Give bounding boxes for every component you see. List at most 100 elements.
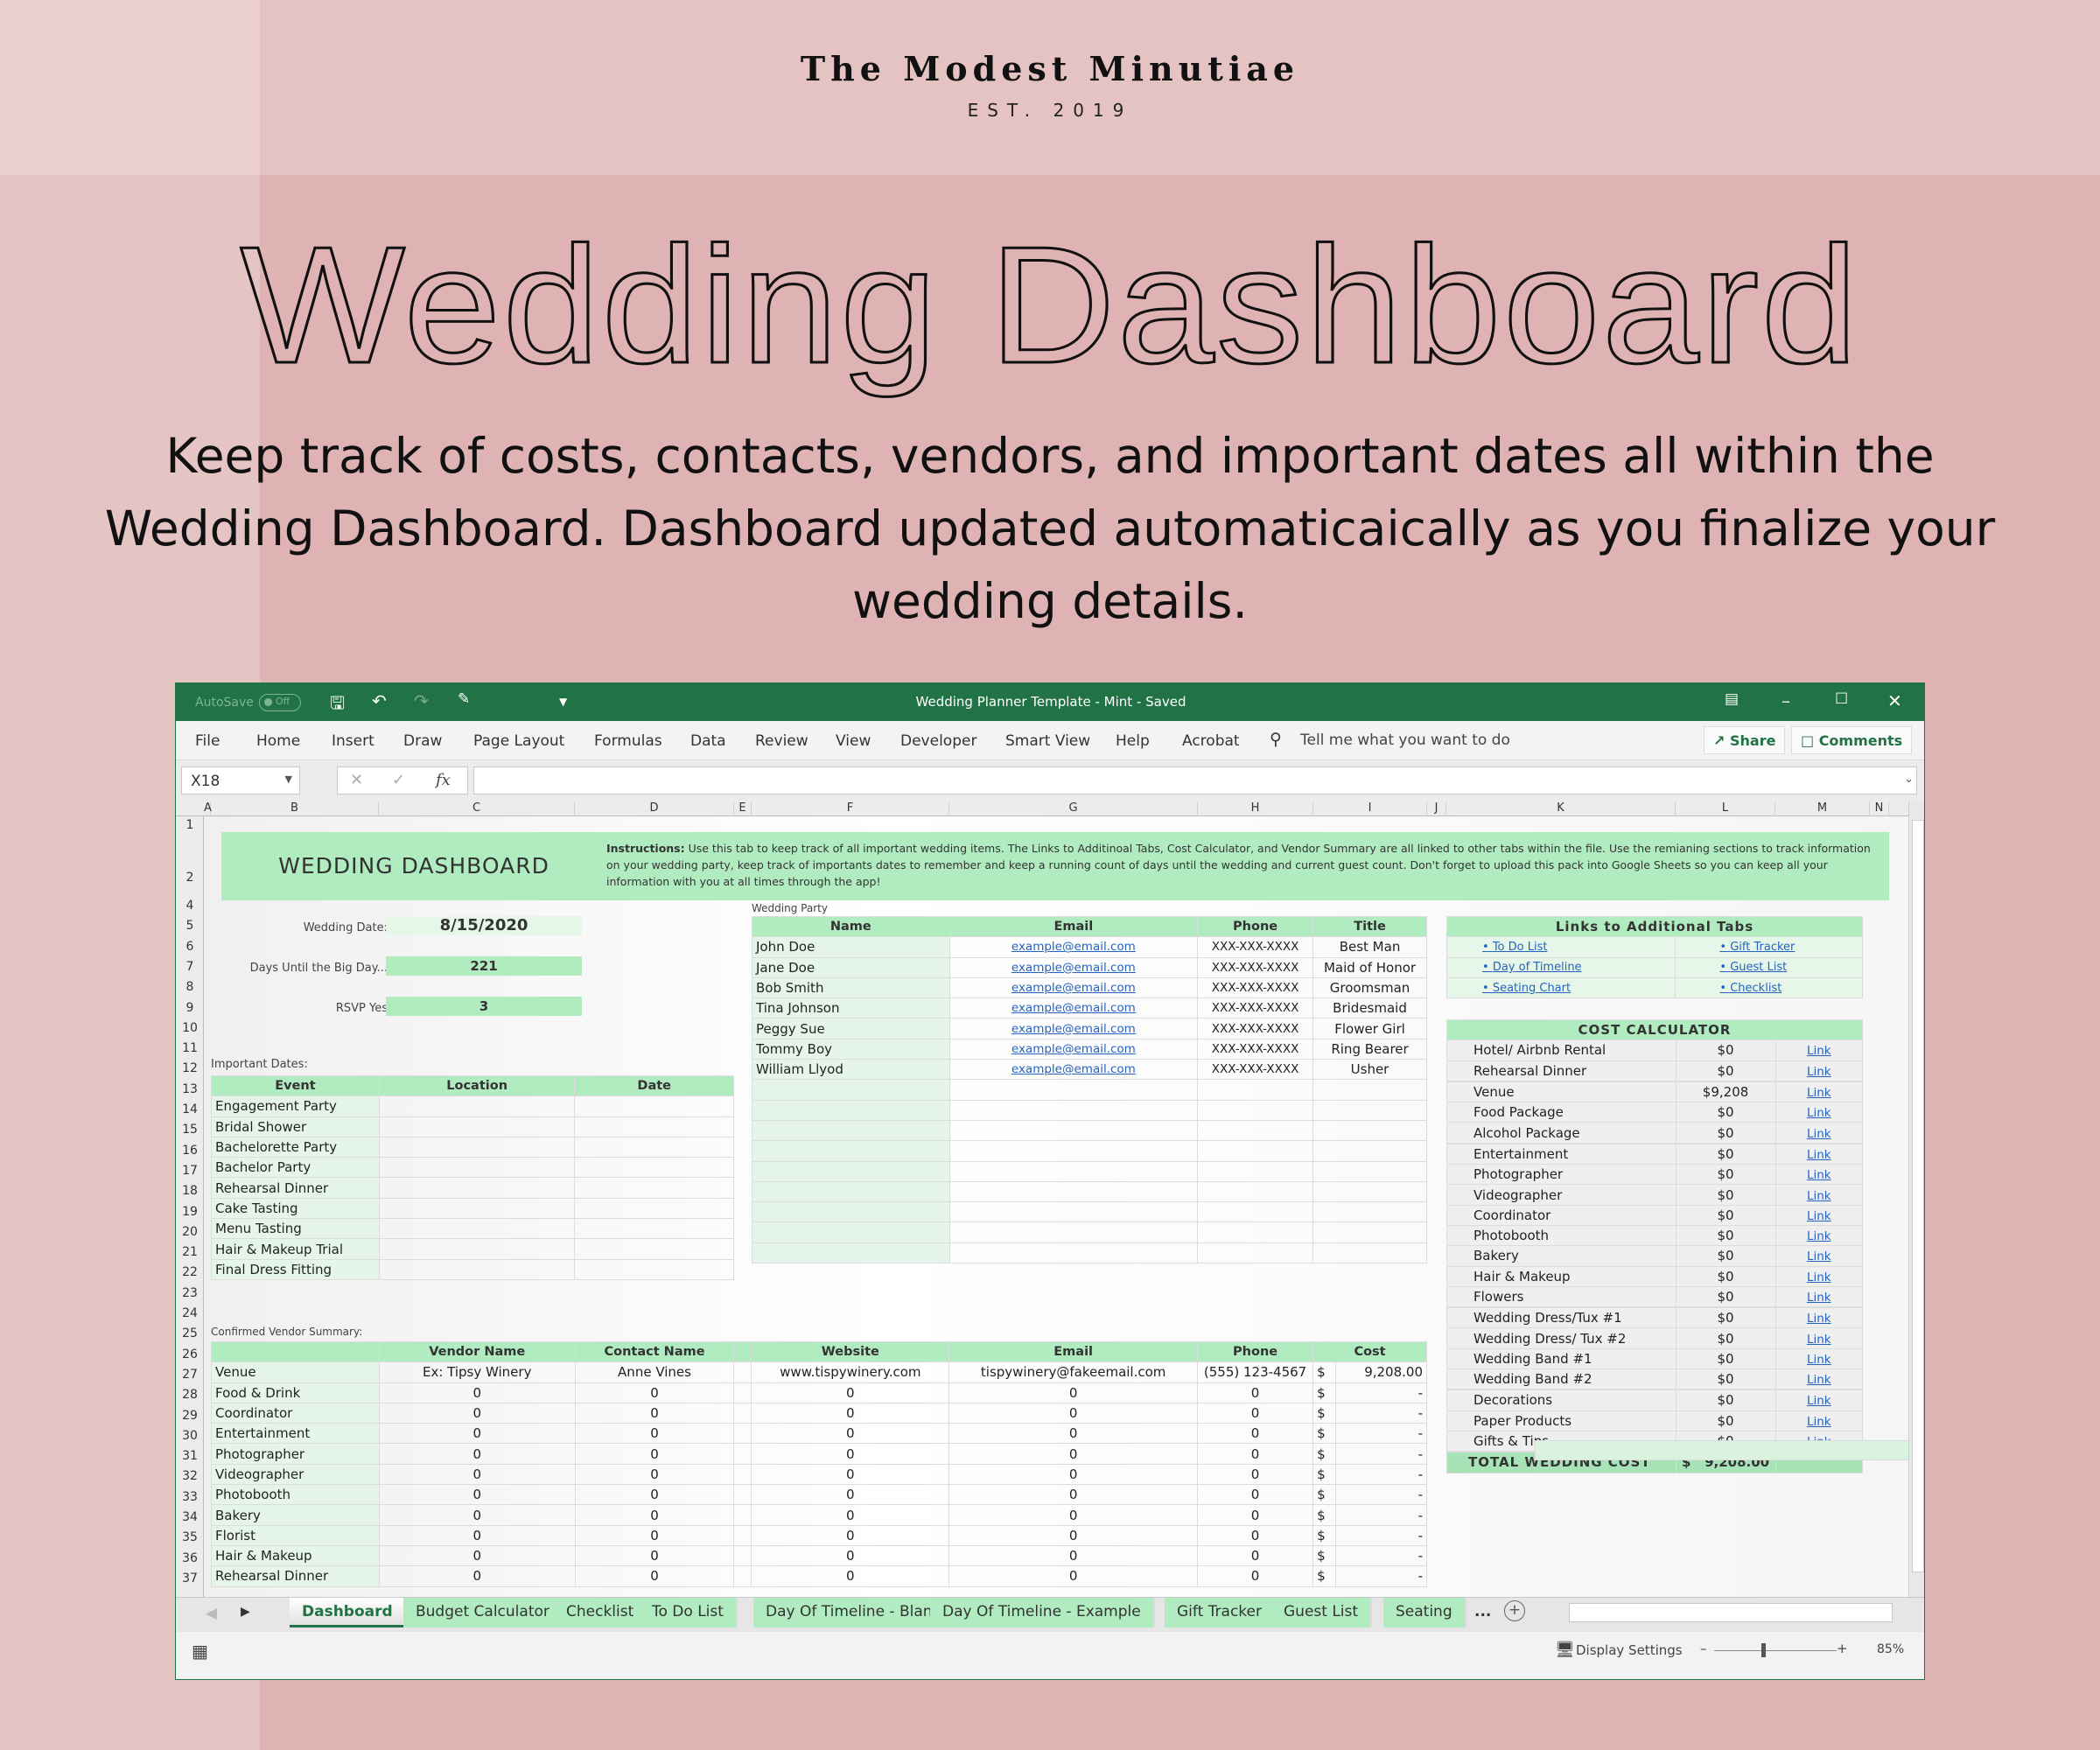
- empty-cell[interactable]: [1197, 1119, 1314, 1142]
- cost-value[interactable]: $0: [1675, 1410, 1776, 1432]
- cost-value[interactable]: $0: [1675, 1164, 1776, 1186]
- contact-name-cell[interactable]: 0: [574, 1565, 735, 1587]
- cost-link[interactable]: Link: [1807, 1333, 1831, 1347]
- vendor-name-cell[interactable]: 0: [378, 1544, 576, 1567]
- title-cell[interactable]: Ring Bearer: [1312, 1038, 1427, 1060]
- name-cell[interactable]: [752, 1201, 950, 1223]
- cost-value[interactable]: $0: [1675, 1224, 1776, 1247]
- cost-link[interactable]: Link: [1807, 1229, 1831, 1243]
- column-header[interactable]: F: [752, 802, 949, 817]
- empty-cell[interactable]: [1197, 1140, 1314, 1162]
- phone-cell[interactable]: 0: [1197, 1402, 1314, 1424]
- date-cell[interactable]: [574, 1157, 734, 1179]
- cancel-icon[interactable]: ✕: [350, 771, 363, 789]
- row-header[interactable]: 16: [176, 1144, 204, 1158]
- date-cell[interactable]: [574, 1197, 734, 1220]
- empty-cell[interactable]: [948, 1160, 1199, 1182]
- website-cell[interactable]: 0: [751, 1402, 950, 1424]
- cost-value[interactable]: $0: [1675, 1368, 1776, 1390]
- ribbon-tab-developer[interactable]: Developer: [900, 732, 976, 750]
- vendor-category-cell[interactable]: Photobooth: [211, 1484, 380, 1506]
- row-header[interactable]: 12: [176, 1061, 204, 1075]
- empty-cell[interactable]: [1312, 1140, 1427, 1162]
- cost-value[interactable]: $0: [1675, 1348, 1776, 1370]
- cost-cell[interactable]: -: [1335, 1402, 1427, 1424]
- row-header[interactable]: 20: [176, 1225, 204, 1239]
- enter-icon[interactable]: ✓: [392, 771, 405, 789]
- email-cell[interactable]: 0: [948, 1504, 1199, 1526]
- column-header[interactable]: J: [1427, 802, 1446, 817]
- contact-name-cell[interactable]: 0: [574, 1402, 735, 1424]
- empty-cell[interactable]: [948, 1099, 1199, 1121]
- phone-cell[interactable]: XXX-XXX-XXXX: [1197, 1018, 1314, 1040]
- phone-cell[interactable]: 0: [1197, 1565, 1314, 1587]
- cost-value[interactable]: $0: [1675, 1122, 1776, 1144]
- date-cell[interactable]: [574, 1258, 734, 1280]
- empty-cell[interactable]: [1312, 1119, 1427, 1142]
- share-button[interactable]: ↗ Share: [1704, 726, 1786, 754]
- vendor-name-cell[interactable]: 0: [378, 1423, 576, 1445]
- tab-scroll-left-icon[interactable]: ◀: [206, 1605, 217, 1622]
- vendor-category-cell[interactable]: Florist: [211, 1524, 380, 1546]
- empty-cell[interactable]: [1312, 1201, 1427, 1223]
- vendor-category-cell[interactable]: Photographer: [211, 1443, 380, 1465]
- sheet-tab[interactable]: Budget Calculator: [403, 1598, 564, 1628]
- row-header[interactable]: 10: [176, 1021, 204, 1035]
- title-cell[interactable]: Best Man: [1312, 936, 1427, 958]
- date-cell[interactable]: [574, 1116, 734, 1138]
- location-cell[interactable]: [378, 1136, 576, 1158]
- vendor-category-cell[interactable]: Bakery: [211, 1504, 380, 1526]
- column-header[interactable]: E: [734, 802, 752, 817]
- cost-link[interactable]: Link: [1807, 1312, 1831, 1326]
- tab-link[interactable]: • Checklist: [1719, 982, 1782, 995]
- email-cell[interactable]: tispywinery@fakeemail.com: [948, 1362, 1199, 1383]
- empty-cell[interactable]: [948, 1201, 1199, 1223]
- empty-cell[interactable]: [1197, 1079, 1314, 1101]
- macro-recorder-icon[interactable]: ▦: [192, 1641, 208, 1662]
- column-header[interactable]: C: [379, 802, 575, 817]
- row-header[interactable]: 5: [176, 919, 204, 933]
- empty-cell[interactable]: [1197, 1180, 1314, 1203]
- email-cell[interactable]: 0: [948, 1544, 1199, 1567]
- location-cell[interactable]: [378, 1238, 576, 1260]
- location-cell[interactable]: [378, 1177, 576, 1199]
- cost-value[interactable]: $0: [1675, 1204, 1776, 1226]
- phone-cell[interactable]: 0: [1197, 1544, 1314, 1567]
- website-cell[interactable]: www.tispywinery.com: [751, 1362, 950, 1383]
- vendor-category-cell[interactable]: Entertainment: [211, 1423, 380, 1445]
- row-header[interactable]: 7: [176, 960, 204, 974]
- email-cell[interactable]: example@email.com: [948, 976, 1199, 999]
- vendor-category-cell[interactable]: Videographer: [211, 1463, 380, 1486]
- cost-value[interactable]: $0: [1675, 1143, 1776, 1166]
- ribbon-tab-data[interactable]: Data: [690, 732, 726, 750]
- cost-value[interactable]: $0: [1675, 1040, 1776, 1061]
- cost-cell[interactable]: -: [1335, 1565, 1427, 1587]
- ribbon-tab-insert[interactable]: Insert: [332, 732, 374, 750]
- vendor-category-cell[interactable]: Rehearsal Dinner: [211, 1565, 380, 1587]
- phone-cell[interactable]: XXX-XXX-XXXX: [1197, 1038, 1314, 1060]
- event-cell[interactable]: Cake Tasting: [211, 1197, 380, 1220]
- cost-cell[interactable]: -: [1335, 1524, 1427, 1546]
- vendor-name-cell[interactable]: 0: [378, 1443, 576, 1465]
- row-header[interactable]: 35: [176, 1530, 204, 1544]
- empty-cell[interactable]: [1197, 1242, 1314, 1264]
- ribbon-tab-smart-view[interactable]: Smart View: [1005, 732, 1090, 750]
- ribbon-tab-page-layout[interactable]: Page Layout: [473, 732, 564, 750]
- contact-name-cell[interactable]: 0: [574, 1463, 735, 1486]
- cost-value[interactable]: $0: [1675, 1327, 1776, 1349]
- row-header[interactable]: 8: [176, 980, 204, 994]
- wedding-date-value[interactable]: 8/15/2020: [386, 916, 582, 935]
- row-header[interactable]: 13: [176, 1082, 204, 1096]
- website-cell[interactable]: 0: [751, 1544, 950, 1567]
- phone-cell[interactable]: 0: [1197, 1524, 1314, 1546]
- scroll-thumb[interactable]: [1912, 820, 1924, 1572]
- cost-value[interactable]: $0: [1675, 1060, 1776, 1082]
- cost-value[interactable]: $0: [1675, 1102, 1776, 1124]
- tab-link[interactable]: • Seating Chart: [1482, 982, 1571, 995]
- email-link[interactable]: example@email.com: [1012, 940, 1136, 954]
- formula-input[interactable]: [473, 766, 1917, 794]
- row-header[interactable]: 22: [176, 1265, 204, 1279]
- cost-cell[interactable]: -: [1335, 1544, 1427, 1567]
- name-cell[interactable]: William Llyod: [752, 1059, 950, 1081]
- name-cell[interactable]: [752, 1099, 950, 1121]
